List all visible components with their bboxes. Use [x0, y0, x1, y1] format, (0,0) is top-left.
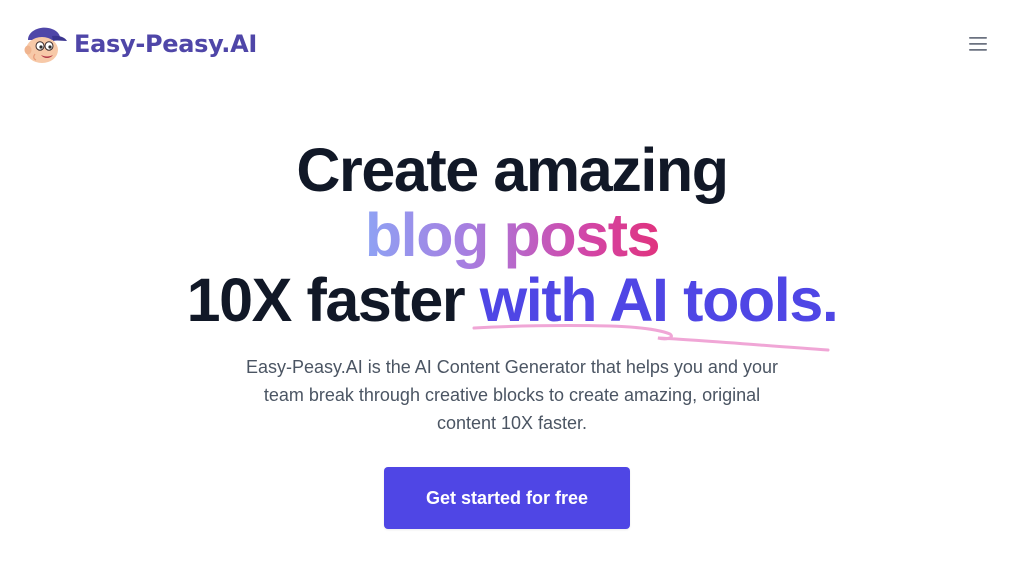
logo-text: Easy-Peasy.AI — [74, 30, 257, 58]
logo-link[interactable]: Easy-Peasy.AI — [22, 24, 257, 64]
description-line: Easy-Peasy.AI is the AI Content Generato… — [246, 357, 778, 377]
headline-gradient-text: blog posts — [364, 201, 661, 269]
page: Easy-Peasy.AI Create amazing blog posts … — [0, 0, 1024, 576]
description-line: team break through creative blocks to cr… — [263, 385, 761, 405]
hero-description: Easy-Peasy.AI is the AI Content Generato… — [212, 353, 812, 437]
description-line: content 10X faster. — [436, 413, 588, 433]
hero-headline: Create amazing blog posts 10X faster wit… — [0, 138, 1024, 333]
hamburger-menu-button[interactable] — [962, 30, 994, 58]
headline-line-1: Create amazing — [296, 136, 729, 204]
headline-line-2: blog posts — [0, 203, 1024, 268]
get-started-button[interactable]: Get started for free — [384, 467, 630, 529]
mascot-icon — [24, 27, 67, 63]
headline-plain-text: 10X faster — [186, 266, 480, 334]
hamburger-menu-icon — [969, 37, 987, 51]
